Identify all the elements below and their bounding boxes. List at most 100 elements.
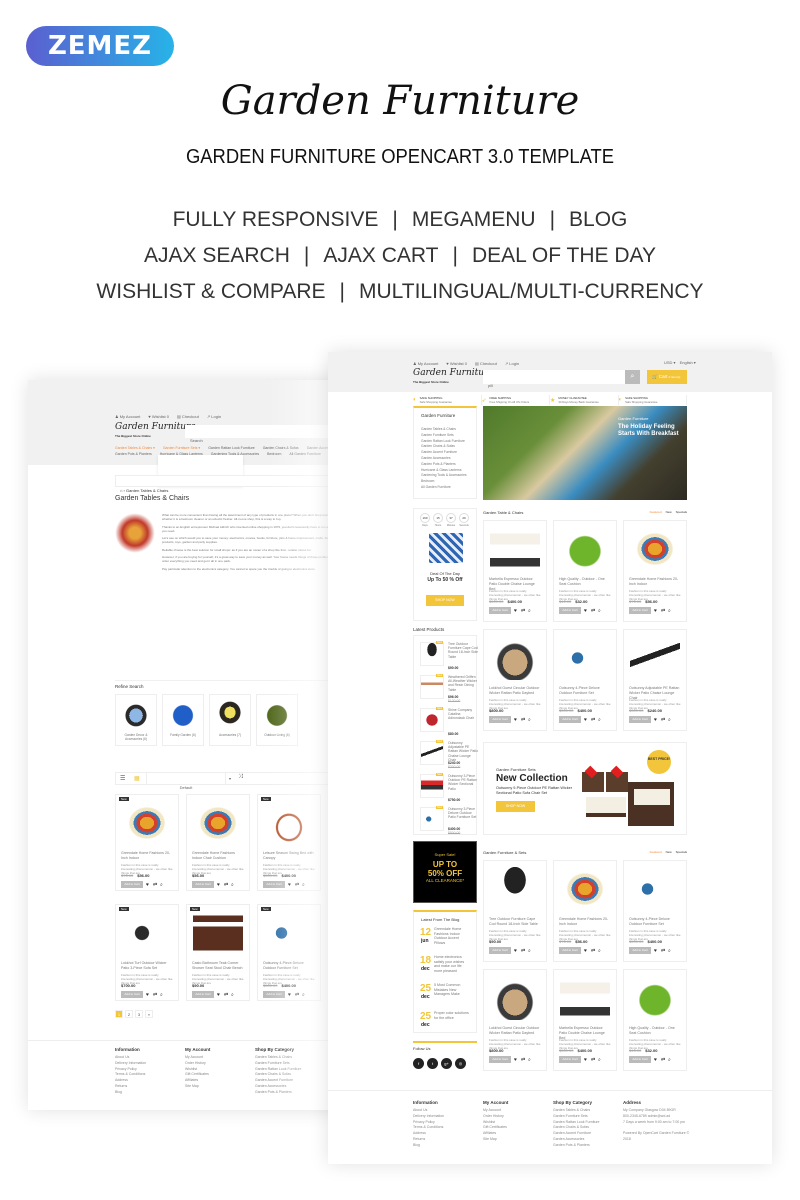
latest-product-item[interactable]: New Weathered Griffen All-Weather Wicker … bbox=[418, 673, 477, 703]
product-name[interactable]: Outsunny 3-Piece Outdoor PE Rattan Wicke… bbox=[448, 774, 478, 791]
shop-now-button[interactable]: SHOP NOW bbox=[426, 595, 464, 606]
nav-item[interactable]: Garden Furniture Sets ▾ bbox=[163, 446, 200, 450]
wishlist-heart-icon[interactable]: ♥ bbox=[584, 717, 587, 723]
search-button[interactable]: ⌕ bbox=[625, 370, 640, 384]
top-link[interactable]: ▤ Checkout bbox=[475, 361, 497, 366]
tab-featured[interactable]: Featured bbox=[650, 510, 662, 514]
wishlist-heart-icon[interactable]: ♥ bbox=[146, 882, 149, 888]
wishlist-heart-icon[interactable]: ♥ bbox=[514, 1057, 517, 1063]
add-to-cart-button[interactable]: Add to Cart bbox=[489, 1056, 511, 1063]
store-logo[interactable]: Garden Furniture bbox=[413, 368, 494, 378]
compare-icon[interactable]: ⇄ bbox=[521, 1057, 525, 1063]
blog-post[interactable]: 25 dec Proper color solutions for the offi… bbox=[420, 1011, 472, 1039]
chevron-down-icon[interactable]: ▾ bbox=[229, 776, 231, 781]
product-name[interactable]: Greendale Home Fashions Indoor Chair Cus… bbox=[192, 851, 244, 861]
product-name[interactable]: Greendale Home Fashions 20-Inch Indoor bbox=[629, 577, 681, 587]
refine-category-tile[interactable]: Accessories (7) bbox=[209, 694, 251, 746]
compare-icon[interactable]: ⇄ bbox=[661, 948, 665, 954]
search-input[interactable]: pill bbox=[483, 370, 625, 388]
quick-view-icon[interactable]: ⌕ bbox=[668, 608, 671, 614]
latest-product-item[interactable]: New Outsunny Adjustable PE Rattan Wicker … bbox=[418, 739, 478, 769]
blog-post[interactable]: 25 dec 5 Most Common Mistakes New Managers… bbox=[420, 983, 472, 1011]
wishlist-heart-icon[interactable]: ♥ bbox=[584, 608, 587, 614]
quick-view-icon[interactable]: ⌕ bbox=[528, 948, 531, 954]
product-card[interactable]: Greendale Home Fashions 20-Inch Indoor Fa… bbox=[553, 860, 617, 962]
add-to-cart-button[interactable]: Add to Cart bbox=[629, 607, 651, 614]
add-to-cart-button[interactable]: Add to Cart bbox=[629, 947, 651, 954]
add-to-cart-button[interactable]: Add to Cart bbox=[489, 607, 511, 614]
blog-post[interactable]: 12 jun Greendale Home Fashions Indoor Outd… bbox=[420, 927, 472, 955]
footer-link[interactable]: Blog bbox=[413, 1143, 444, 1149]
hero-banner[interactable]: Garden Furniture The Holiday Feeling Sta… bbox=[483, 406, 687, 500]
tab-new[interactable]: New bbox=[666, 850, 672, 854]
breadcrumb-item[interactable]: Garden Tables & Chairs bbox=[126, 488, 168, 493]
compare-icon[interactable]: ⇄ bbox=[661, 717, 665, 723]
product-name[interactable]: Greendale Home Fashions 20-Inch Indoor bbox=[121, 851, 173, 861]
compare-icon[interactable]: ⇄ bbox=[153, 882, 157, 888]
product-card[interactable]: Lokkhol Guest Circular Outdoor Wicker Ra… bbox=[483, 969, 547, 1071]
add-to-cart-button[interactable]: Add to Cart bbox=[629, 716, 651, 723]
product-card[interactable]: Lokkhol Guest Circular Outdoor Wicker Ra… bbox=[483, 629, 547, 731]
wishlist-heart-icon[interactable]: ♥ bbox=[514, 608, 517, 614]
nav-item[interactable]: Garden Tables & Chairs ▾ bbox=[115, 446, 155, 450]
product-name[interactable]: Shine Company Catalina Adirondack Chair bbox=[448, 708, 478, 721]
refine-category-tile[interactable]: Family Garden (6) bbox=[162, 694, 204, 746]
product-card[interactable]: Outsunny 4-Piece Deluxe Outdoor Furnitur… bbox=[553, 629, 617, 731]
language-select[interactable]: English ▾ bbox=[680, 360, 696, 365]
tab-specials[interactable]: Specials bbox=[676, 850, 687, 854]
product-card[interactable]: New Lokkhol Turf Outdoor Wicker Patio 3-P… bbox=[115, 904, 179, 1001]
page-link[interactable]: » bbox=[145, 1010, 153, 1018]
product-name[interactable]: Outsunny 3-Piece Deluxe Outdoor Patio Fu… bbox=[448, 807, 478, 820]
footer-link[interactable]: Delivery Information bbox=[115, 1061, 146, 1067]
add-to-cart-button[interactable]: Add to Cart bbox=[192, 881, 214, 888]
blog-post[interactable]: 18 dec Home electronics satisfy your wishe… bbox=[420, 955, 472, 983]
product-name[interactable]: Lokkhol Guest Circular Outdoor Wicker Ra… bbox=[489, 686, 541, 696]
store-logo[interactable]: Garden Furniture bbox=[115, 422, 196, 432]
product-card[interactable]: Marbella Espresso Outdoor Patio Double C… bbox=[553, 969, 617, 1071]
add-to-cart-button[interactable]: Add to Cart bbox=[629, 1056, 651, 1063]
product-name[interactable]: Outsunny 4-Piece Deluxe Outdoor Furnitur… bbox=[559, 686, 611, 696]
wishlist-heart-icon[interactable]: ♥ bbox=[217, 882, 220, 888]
product-name[interactable]: Greendale Home Fashions 20-Inch Indoor bbox=[559, 917, 611, 927]
footer-link[interactable]: Site Map bbox=[483, 1137, 508, 1143]
footer-link[interactable]: Site Map bbox=[185, 1084, 210, 1090]
sort-select[interactable]: Default bbox=[146, 773, 226, 790]
product-card[interactable]: Outsunny Adjustable PE Rattan Wicker Pat… bbox=[623, 629, 687, 731]
add-to-cart-button[interactable]: Add to Cart bbox=[121, 881, 143, 888]
quick-view-icon[interactable]: ⌕ bbox=[668, 717, 671, 723]
compare-icon[interactable]: ⇄ bbox=[521, 608, 525, 614]
blog-post-title[interactable]: Proper color solutions for the office bbox=[434, 1011, 470, 1020]
product-name[interactable]: Outsunny Adjustable PE Rattan Wicker Pat… bbox=[448, 741, 478, 762]
wishlist-heart-icon[interactable]: ♥ bbox=[584, 948, 587, 954]
add-to-cart-button[interactable]: Add to Cart bbox=[192, 991, 214, 998]
tab-new[interactable]: New bbox=[666, 510, 672, 514]
add-to-cart-button[interactable]: Add to Cart bbox=[559, 607, 581, 614]
latest-product-item[interactable]: New Tree Outdoor Furniture Cape Cod Round… bbox=[418, 640, 478, 670]
compare-icon[interactable]: ⇄ bbox=[224, 882, 228, 888]
add-to-cart-button[interactable]: Add to Cart bbox=[559, 1056, 581, 1063]
category-link[interactable]: All Garden Furniture bbox=[421, 485, 467, 491]
top-link[interactable]: ♟ My Account bbox=[413, 361, 438, 366]
footer-link[interactable]: Delivery Information bbox=[413, 1114, 444, 1120]
compare-icon[interactable]: ⇄ bbox=[224, 992, 228, 998]
blog-post-title[interactable]: Greendale Home Fashions Indoor Outdoor A… bbox=[434, 927, 470, 945]
top-link[interactable]: ↗ Login bbox=[207, 414, 221, 419]
product-name[interactable]: Lokkhol Guest Circular Outdoor Wicker Ra… bbox=[489, 1026, 541, 1036]
blog-post-title[interactable]: 5 Most Common Mistakes New Managers Make bbox=[434, 983, 470, 997]
add-to-cart-button[interactable]: Add to Cart bbox=[559, 716, 581, 723]
instagram-icon[interactable]: ◎ bbox=[455, 1058, 466, 1069]
new-collection-banner[interactable]: Garden Furniture Sets New Collection Out… bbox=[483, 742, 687, 835]
add-to-cart-button[interactable]: Add to Cart bbox=[559, 947, 581, 954]
product-card[interactable]: Marbella Espresso Outdoor Patio Double C… bbox=[483, 520, 547, 622]
product-name[interactable]: Tree Outdoor Furniture Cape Cod Round 18… bbox=[448, 642, 478, 659]
product-card[interactable]: Outsunny 4-Piece Deluxe Outdoor Furnitur… bbox=[623, 860, 687, 962]
super-sale-banner[interactable]: Super Sale! UP TO 50% OFF ALL CLEARANCE* bbox=[413, 841, 477, 903]
quick-view-icon[interactable]: ⌕ bbox=[528, 1057, 531, 1063]
compare-icon[interactable]: ⇄ bbox=[521, 948, 525, 954]
wishlist-heart-icon[interactable]: ♥ bbox=[654, 948, 657, 954]
quick-view-icon[interactable]: ⌕ bbox=[668, 1057, 671, 1063]
product-card[interactable]: High Quality - Outdoor - One Seat Cushio… bbox=[553, 520, 617, 622]
product-name[interactable]: Casto Bathroom Teak Corner Shower Seat S… bbox=[192, 961, 244, 971]
page-link[interactable]: 2 bbox=[125, 1010, 133, 1018]
top-link[interactable]: ♟ My Account bbox=[115, 414, 140, 419]
